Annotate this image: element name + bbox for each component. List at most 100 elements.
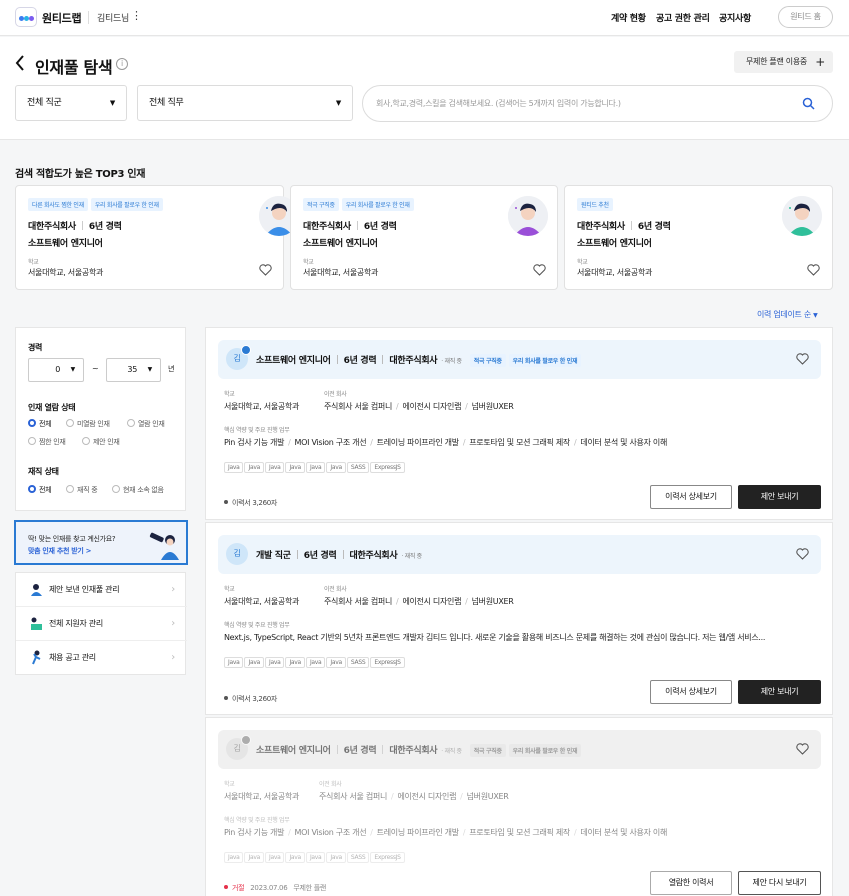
job-group-value: 전체 직군 (27, 98, 62, 108)
resume-length: 이력서 3,260자 (224, 498, 277, 508)
wanted-home-button[interactable]: 원티드 홈 (778, 6, 833, 28)
user-name[interactable]: 김티드님 (97, 11, 129, 24)
info-icon[interactable]: i (116, 58, 128, 70)
send-offer-button[interactable]: 제안 보내기 (738, 680, 821, 704)
employ-status: · 재직 중 (441, 358, 462, 365)
radio-unviewed[interactable]: 미열람 인재 (66, 419, 110, 429)
search-placeholder: 회사,학교,경력,스킬을 검색해보세요. (검색어는 5개까지 입력이 가능합니… (376, 99, 621, 108)
plan-button[interactable]: 무제한 플랜 이용중 + (734, 51, 833, 73)
work-label: 핵심 역량 및 주요 진행 업무 (224, 622, 290, 629)
radio-unaffiliated[interactable]: 현재 소속 없음 (112, 485, 164, 495)
candidate-company: 대한주식회사 (389, 356, 438, 366)
prev-company-list: 주식회사 서울 컴퍼니 / 에이전시 디자인랩 / 넘버원UXER (324, 402, 514, 411)
card-school: 서울대학교, 서울공학과 (303, 268, 379, 277)
candidate-card[interactable]: 김 개발 직군 6년 경력 대한주식회사 · 재직 중 학교 서울대학교, 서울공학과… (205, 522, 833, 715)
candidate-title: 소프트웨어 엔지니어 (256, 746, 331, 756)
card-role: 소프트웨어 엔지니어 (577, 239, 652, 249)
candidate-title: 소프트웨어 엔지니어 (256, 356, 331, 366)
plan-button-label: 무제한 플랜 이용중 (746, 57, 807, 66)
card-role: 소프트웨어 엔지니어 (303, 239, 378, 249)
resend-offer-button[interactable]: 제안 다시 보내기 (738, 871, 821, 895)
resume-detail-button[interactable]: 이력서 상세보기 (650, 485, 732, 509)
radio-saved[interactable]: 찜한 인재 (28, 437, 66, 447)
card-school: 서울대학교, 서울공학과 (28, 268, 104, 277)
candidate-tag: 적극 구직중 (303, 198, 339, 211)
skill-list: Java Java Java Java Java Java SASS ExpressJS (224, 462, 406, 473)
chevron-right-icon: › (171, 652, 175, 663)
career-min-select[interactable]: 0 ▼ (28, 358, 84, 382)
career-max-value: 35 (127, 365, 137, 374)
job-role-value: 전체 직무 (149, 98, 184, 108)
candidate-header: 김 소프트웨어 엔지니어 6년 경력 대한주식회사 · 재직 중 적극 구직중 우리 회사… (218, 340, 821, 379)
recommend-banner[interactable]: 딱! 맞는 인재를 찾고 계신가요? 맞춤 인재 추천 받기 > (14, 520, 188, 565)
career-max-select[interactable]: 35 ▼ (106, 358, 161, 382)
offer-plan: 무제한 플랜 (293, 884, 327, 892)
banner-link[interactable]: 맞춤 인재 추천 받기 > (28, 546, 92, 556)
candidate-header: 김 소프트웨어 엔지니어 6년 경력 대한주식회사 · 재직 중 적극 구직중 우리 회사… (218, 730, 821, 769)
more-menu-icon[interactable]: ⋮ (131, 9, 142, 22)
card-years: 6년 경력 (363, 222, 397, 232)
card-company: 대한주식회사 (28, 222, 76, 232)
radio-viewed[interactable]: 열람 인재 (127, 419, 165, 429)
viewed-resume-button[interactable]: 열람한 이력서 (650, 871, 732, 895)
back-arrow-icon[interactable] (14, 54, 26, 72)
work-description: Next.js, TypeScript, React 기반의 5년차 프론트엔드… (224, 633, 766, 642)
radio-proposed[interactable]: 제안 인재 (82, 437, 120, 447)
radio-view-all[interactable]: 전체 (28, 419, 52, 429)
nav-notice[interactable]: 공지사항 (719, 11, 751, 24)
work-list: Pin 검사 기능 개발 / MOI Vision 구조 개선 / 트레이닝 파이프라인… (224, 828, 668, 837)
sort-dropdown[interactable]: 이력 업데이트 순 ▼ (757, 309, 818, 320)
candidate-card[interactable]: 김 소프트웨어 엔지니어 6년 경력 대한주식회사 · 재직 중 적극 구직중 우리 회사… (205, 717, 833, 896)
candidate-tag: 적극 구직중 (469, 354, 506, 367)
offer-date: 2023.07.06 (250, 884, 288, 892)
job-role-select[interactable]: 전체 직무 ▼ (137, 85, 353, 121)
resume-length: 이력서 3,260자 (224, 694, 277, 704)
prev-company-label: 이전 회사 (324, 391, 347, 398)
heart-icon[interactable] (796, 548, 809, 560)
person-icon (31, 584, 42, 596)
heart-icon[interactable] (796, 353, 809, 365)
top3-card[interactable]: 적극 구직중 우리 회사를 팔로우 한 인재 대한주식회사 6년 경력 소프트웨어 … (290, 185, 558, 290)
skill-list: Java Java Java Java Java Java SASS ExpressJS (224, 657, 406, 668)
career-label: 경력 (28, 343, 43, 352)
heart-icon[interactable] (533, 264, 546, 276)
nav-contract-status[interactable]: 계약 현황 (611, 11, 646, 24)
link-job-posts[interactable]: 채용 공고 관리 › (16, 641, 187, 675)
top3-card[interactable]: 다른 회사도 찜한 인재 우리 회사를 팔로우 한 인재 대한주식회사 6년 경력 … (15, 185, 299, 290)
resume-detail-button[interactable]: 이력서 상세보기 (650, 680, 732, 704)
heart-icon[interactable] (259, 264, 272, 276)
candidate-tag: 우리 회사를 팔로우 한 인재 (341, 198, 414, 211)
card-school-label: 학교 (303, 259, 314, 266)
divider (88, 11, 89, 24)
card-school-label: 학교 (28, 259, 39, 266)
candidate-tag: 원티드 추천 (577, 198, 613, 211)
candidate-company: 대한주식회사 (349, 551, 398, 561)
link-all-applicants[interactable]: 전체 지원자 관리 › (16, 607, 187, 641)
job-group-select[interactable]: 전체 직군 ▼ (15, 85, 127, 121)
send-offer-button[interactable]: 제안 보내기 (738, 485, 821, 509)
top3-card[interactable]: 원티드 추천 대한주식회사 6년 경력 소프트웨어 엔지니어 학교 서울대학교, … (564, 185, 833, 290)
candidate-title: 개발 직군 (256, 551, 291, 561)
nav-post-permission[interactable]: 공고 권한 관리 (656, 11, 710, 24)
candidate-card[interactable]: 김 소프트웨어 엔지니어 6년 경력 대한주식회사 · 재직 중 적극 구직중 우리 회사… (205, 327, 833, 520)
card-school: 서울대학교, 서울공학과 (577, 268, 653, 277)
search-input[interactable]: 회사,학교,경력,스킬을 검색해보세요. (검색어는 5개까지 입력이 가능합니… (362, 85, 833, 122)
career-min-value: 0 (55, 365, 60, 374)
heart-icon[interactable] (807, 264, 820, 276)
candidate-tag: 우리 회사를 팔로우 한 인재 (508, 744, 582, 757)
logo-icon[interactable] (15, 7, 37, 27)
laptop-person-icon (31, 617, 42, 630)
prev-company-list: 주식회사 서울 컴퍼니 / 에이전시 디자인랩 / 넘버원UXER (319, 792, 509, 801)
banner-text: 딱! 맞는 인재를 찾고 계신가요? (28, 535, 116, 543)
radio-employed[interactable]: 재직 중 (66, 485, 98, 495)
brand-name[interactable]: 원티드랩 (42, 10, 82, 26)
school-label: 학교 (224, 781, 235, 788)
verified-check-icon (241, 345, 251, 355)
radio-employ-all[interactable]: 전체 (28, 485, 52, 495)
search-icon[interactable] (802, 97, 815, 110)
caret-down-icon: ▼ (70, 366, 76, 373)
heart-icon[interactable] (796, 743, 809, 755)
plus-icon: + (815, 55, 825, 69)
work-label: 핵심 역량 및 주요 진행 업무 (224, 427, 290, 434)
link-proposed-pool[interactable]: 제안 보낸 인재풀 관리 › (16, 573, 187, 607)
